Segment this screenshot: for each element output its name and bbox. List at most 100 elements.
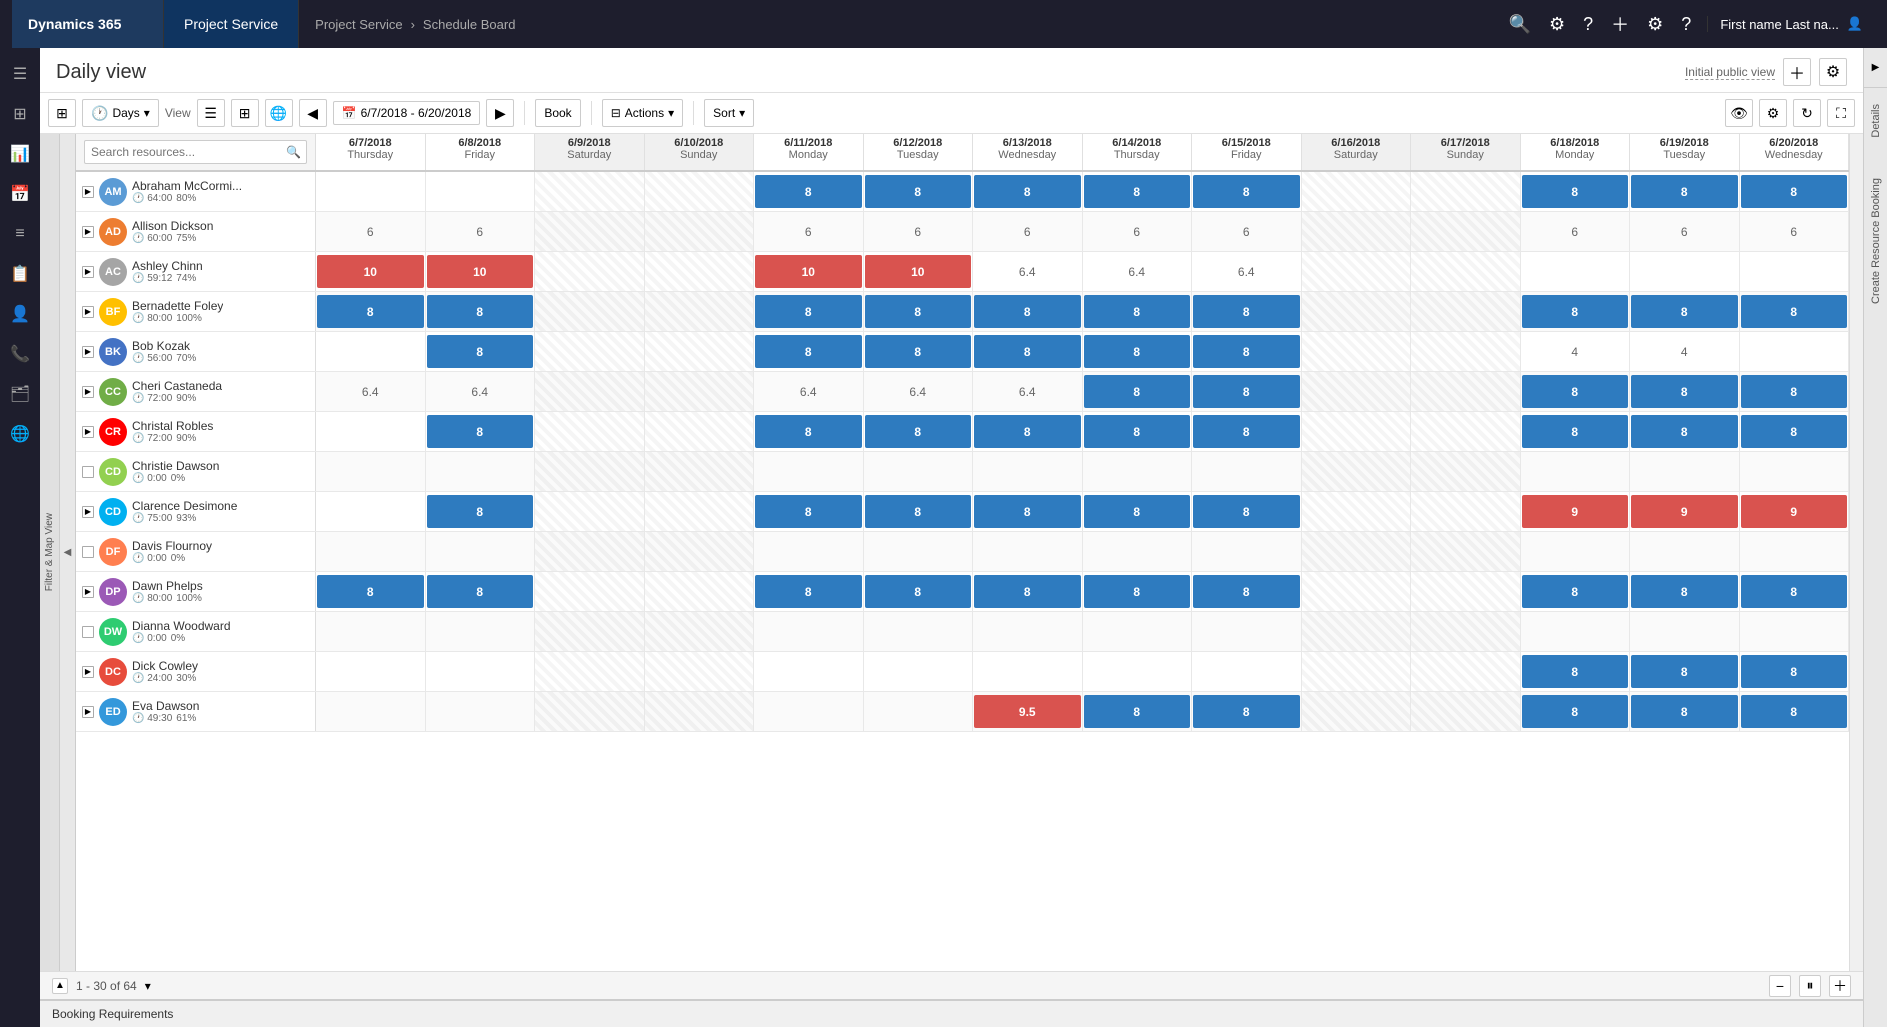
overbooked-block-8-11[interactable]: 9 — [1522, 495, 1629, 528]
overbooked-block-8-12[interactable]: 9 — [1631, 495, 1738, 528]
cell-11-7[interactable] — [1083, 612, 1193, 651]
zoom-out-button[interactable]: − — [1769, 975, 1791, 997]
cell-5-7[interactable]: 8 — [1083, 372, 1193, 411]
cell-10-9[interactable] — [1302, 572, 1412, 611]
cell-5-9[interactable] — [1302, 372, 1412, 411]
cell-2-0[interactable]: 10 — [316, 252, 426, 291]
booking-block-10-7[interactable]: 8 — [1084, 575, 1191, 608]
cell-1-0[interactable]: 6 — [316, 212, 426, 251]
cell-4-5[interactable]: 8 — [864, 332, 974, 371]
cell-9-5[interactable] — [864, 532, 974, 571]
cell-5-0[interactable]: 6.4 — [316, 372, 426, 411]
booking-block-0-8[interactable]: 8 — [1193, 175, 1300, 208]
booking-block-4-5[interactable]: 8 — [865, 335, 972, 368]
cell-4-1[interactable]: 8 — [426, 332, 536, 371]
settings-ring-icon[interactable]: ⚙ — [1549, 14, 1565, 35]
overbooked-block-13-6[interactable]: 9.5 — [974, 695, 1081, 728]
cell-6-12[interactable]: 8 — [1630, 412, 1740, 451]
resource-search-input[interactable] — [84, 140, 307, 164]
booking-block-6-11[interactable]: 8 — [1522, 415, 1629, 448]
add-view-button[interactable]: ＋ — [1783, 58, 1811, 86]
cell-6-1[interactable]: 8 — [426, 412, 536, 451]
cell-13-12[interactable]: 8 — [1630, 692, 1740, 731]
booking-block-8-8[interactable]: 8 — [1193, 495, 1300, 528]
cell-5-6[interactable]: 6.4 — [973, 372, 1083, 411]
book-button[interactable]: Book — [535, 99, 580, 127]
booking-block-5-11[interactable]: 8 — [1522, 375, 1629, 408]
zoom-in-button[interactable]: ＋ — [1829, 975, 1851, 997]
cell-7-0[interactable] — [316, 452, 426, 491]
expand-btn-3[interactable]: ▶ — [82, 306, 94, 318]
list-icon[interactable]: ≡ — [2, 216, 38, 252]
cell-0-0[interactable] — [316, 172, 426, 211]
cell-13-9[interactable] — [1302, 692, 1412, 731]
cell-3-5[interactable]: 8 — [864, 292, 974, 331]
cell-9-11[interactable] — [1521, 532, 1631, 571]
cell-11-10[interactable] — [1411, 612, 1521, 651]
cell-8-0[interactable] — [316, 492, 426, 531]
cell-1-10[interactable] — [1411, 212, 1521, 251]
cell-3-3[interactable] — [645, 292, 755, 331]
cell-3-7[interactable]: 8 — [1083, 292, 1193, 331]
cell-10-4[interactable]: 8 — [754, 572, 864, 611]
cell-7-2[interactable] — [535, 452, 645, 491]
cell-2-3[interactable] — [645, 252, 755, 291]
cell-12-5[interactable] — [864, 652, 974, 691]
booking-block-6-12[interactable]: 8 — [1631, 415, 1738, 448]
cell-12-9[interactable] — [1302, 652, 1412, 691]
cell-2-6[interactable]: 6.4 — [973, 252, 1083, 291]
cell-3-10[interactable] — [1411, 292, 1521, 331]
cell-10-8[interactable]: 8 — [1192, 572, 1302, 611]
overbooked-block-2-0[interactable]: 10 — [317, 255, 424, 288]
booking-block-6-13[interactable]: 8 — [1741, 415, 1848, 448]
cell-8-5[interactable]: 8 — [864, 492, 974, 531]
cell-7-13[interactable] — [1740, 452, 1850, 491]
booking-block-10-6[interactable]: 8 — [974, 575, 1081, 608]
cell-7-12[interactable] — [1630, 452, 1740, 491]
cell-6-0[interactable] — [316, 412, 426, 451]
dashboard-icon[interactable]: ⊞ — [2, 96, 38, 132]
expand-btn-4[interactable]: ▶ — [82, 346, 94, 358]
calendar-icon[interactable]: 📅 — [2, 176, 38, 212]
cell-6-2[interactable] — [535, 412, 645, 451]
cell-1-7[interactable]: 6 — [1083, 212, 1193, 251]
booking-block-3-8[interactable]: 8 — [1193, 295, 1300, 328]
booking-block-0-13[interactable]: 8 — [1741, 175, 1848, 208]
cell-11-9[interactable] — [1302, 612, 1412, 651]
booking-block-5-8[interactable]: 8 — [1193, 375, 1300, 408]
overbooked-block-2-4[interactable]: 10 — [755, 255, 862, 288]
cell-7-5[interactable] — [864, 452, 974, 491]
grid-options-button[interactable]: ⊞ — [48, 99, 76, 127]
cell-1-1[interactable]: 6 — [426, 212, 536, 251]
booking-block-6-6[interactable]: 8 — [974, 415, 1081, 448]
cell-8-13[interactable]: 9 — [1740, 492, 1850, 531]
cell-9-8[interactable] — [1192, 532, 1302, 571]
booking-block-13-8[interactable]: 8 — [1193, 695, 1300, 728]
cell-8-9[interactable] — [1302, 492, 1412, 531]
cell-2-9[interactable] — [1302, 252, 1412, 291]
booking-block-12-12[interactable]: 8 — [1631, 655, 1738, 688]
user-profile[interactable]: First name Last na... 👤 — [1707, 16, 1875, 32]
booking-block-0-4[interactable]: 8 — [755, 175, 862, 208]
cell-3-13[interactable]: 8 — [1740, 292, 1850, 331]
cell-11-2[interactable] — [535, 612, 645, 651]
booking-block-5-7[interactable]: 8 — [1084, 375, 1191, 408]
cell-13-8[interactable]: 8 — [1192, 692, 1302, 731]
cell-2-8[interactable]: 6.4 — [1192, 252, 1302, 291]
booking-block-13-13[interactable]: 8 — [1741, 695, 1848, 728]
booking-block-5-12[interactable]: 8 — [1631, 375, 1738, 408]
details-label[interactable]: Details — [1870, 104, 1882, 138]
breadcrumb-1[interactable]: Project Service — [315, 17, 402, 32]
booking-block-3-4[interactable]: 8 — [755, 295, 862, 328]
cell-1-11[interactable]: 6 — [1521, 212, 1631, 251]
right-collapse-toggle[interactable]: ▶ — [1864, 48, 1887, 88]
cell-1-9[interactable] — [1302, 212, 1412, 251]
cell-0-1[interactable] — [426, 172, 536, 211]
cell-5-8[interactable]: 8 — [1192, 372, 1302, 411]
cell-11-1[interactable] — [426, 612, 536, 651]
booking-block-8-1[interactable]: 8 — [427, 495, 534, 528]
chart-icon[interactable]: 📊 — [2, 136, 38, 172]
booking-block-0-6[interactable]: 8 — [974, 175, 1081, 208]
cell-7-9[interactable] — [1302, 452, 1412, 491]
resource-icon[interactable]: 🗂 — [2, 376, 38, 412]
